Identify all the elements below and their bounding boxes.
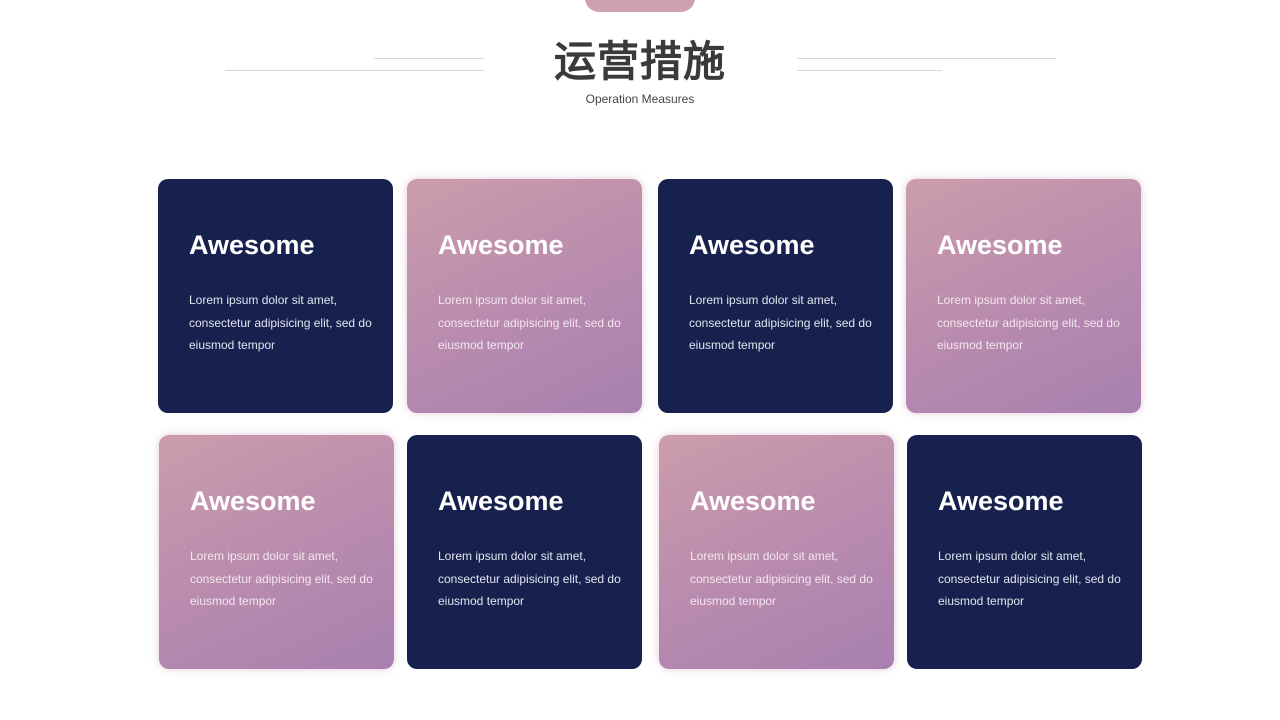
card-title: Awesome — [190, 486, 316, 516]
card-6: Awesome Lorem ipsum dolor sit amet, cons… — [407, 435, 642, 669]
page-title: 运营措施 — [553, 37, 726, 86]
page-subtitle: Operation Measures — [585, 92, 695, 106]
card-title: Awesome — [689, 230, 815, 260]
card-2: Awesome Lorem ipsum dolor sit amet, cons… — [407, 179, 642, 413]
card-4: Awesome Lorem ipsum dolor sit amet, cons… — [906, 179, 1141, 413]
card-title: Awesome — [189, 230, 315, 260]
slide: 运营措施 Operation Measures Awesome Lorem ip… — [0, 0, 1280, 720]
card-5: Awesome Lorem ipsum dolor sit amet, cons… — [159, 435, 394, 669]
card-title: Awesome — [937, 230, 1063, 260]
card-body: Lorem ipsum dolor sit amet, consectetur … — [689, 293, 872, 352]
card-body: Lorem ipsum dolor sit amet, consectetur … — [938, 549, 1121, 608]
card-7: Awesome Lorem ipsum dolor sit amet, cons… — [659, 435, 894, 669]
card-1: Awesome Lorem ipsum dolor sit amet, cons… — [158, 179, 393, 413]
card-title: Awesome — [938, 486, 1064, 516]
card-body: Lorem ipsum dolor sit amet, consectetur … — [189, 293, 372, 352]
card-title: Awesome — [690, 486, 816, 516]
card-body: Lorem ipsum dolor sit amet, consectetur … — [937, 293, 1120, 352]
card-3: Awesome Lorem ipsum dolor sit amet, cons… — [658, 179, 893, 413]
card-body: Lorem ipsum dolor sit amet, consectetur … — [690, 549, 873, 608]
card-body: Lorem ipsum dolor sit amet, consectetur … — [438, 549, 621, 608]
card-8: Awesome Lorem ipsum dolor sit amet, cons… — [907, 435, 1142, 669]
card-body: Lorem ipsum dolor sit amet, consectetur … — [190, 549, 373, 608]
top-accent-tab — [585, 0, 695, 12]
card-title: Awesome — [438, 230, 564, 260]
card-body: Lorem ipsum dolor sit amet, consectetur … — [438, 293, 621, 352]
card-title: Awesome — [438, 486, 564, 516]
